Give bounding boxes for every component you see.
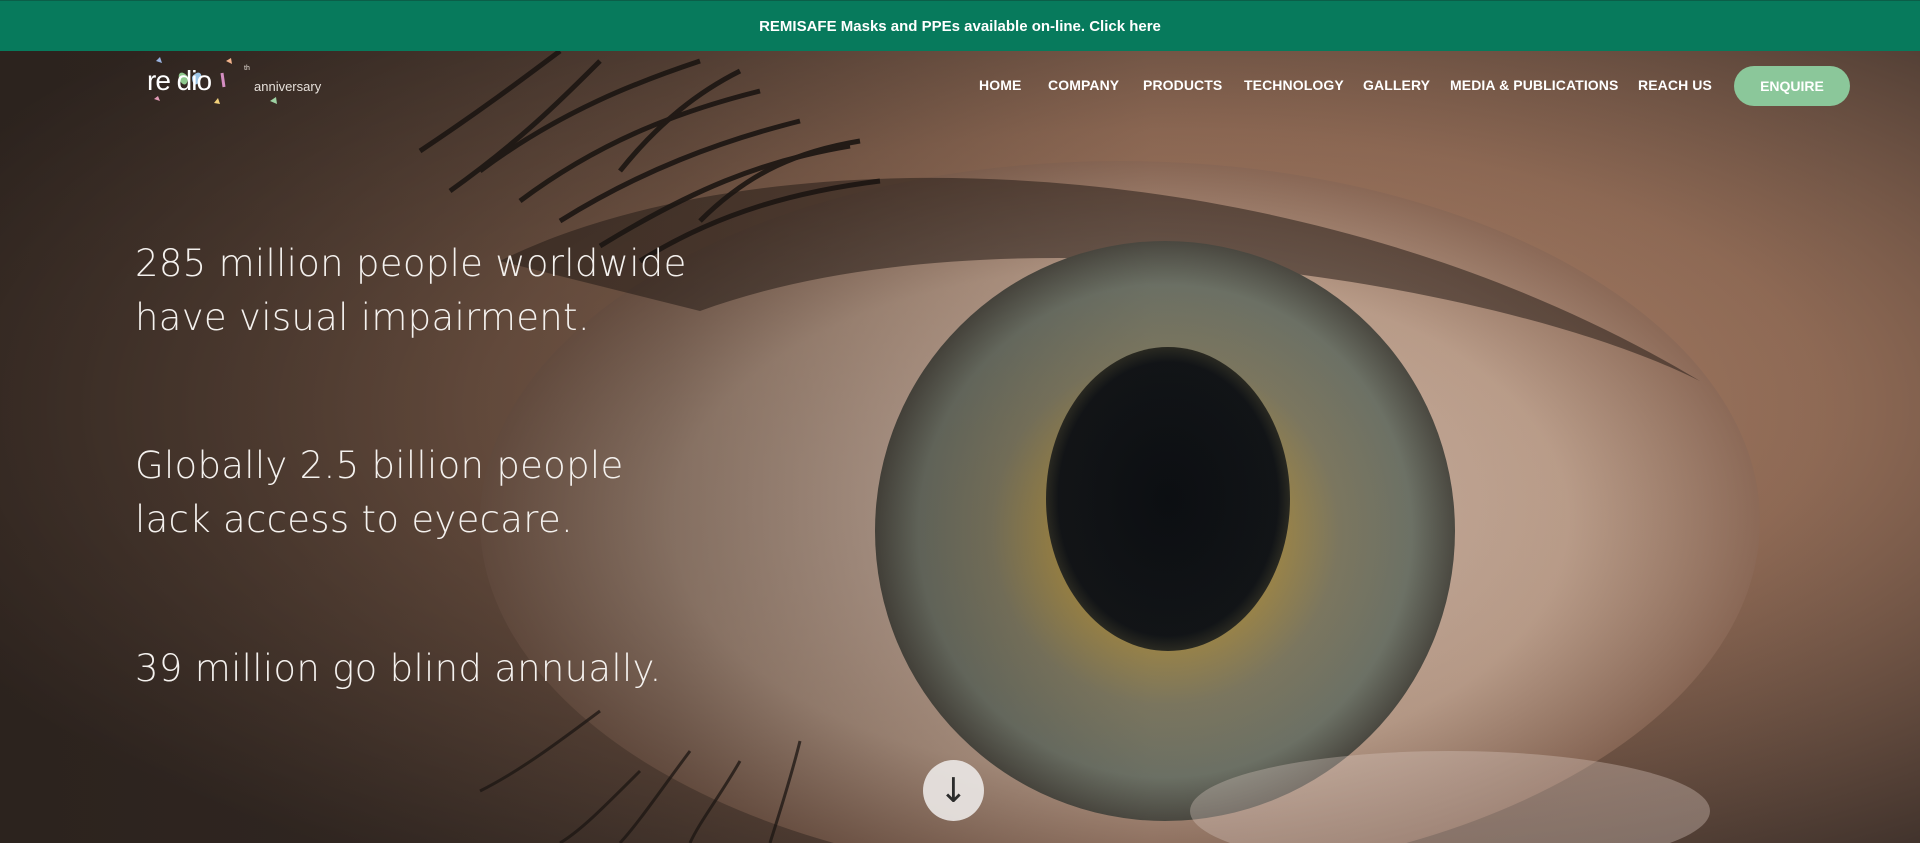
stat-line: Globally 2.5 billion people (135, 444, 624, 487)
nav-item-company[interactable]: COMPANY (1048, 77, 1119, 93)
nav-item-technology[interactable]: TECHNOLOGY (1244, 77, 1344, 93)
hero-section: re dio th anniversary HOME COMPANY PRODU… (0, 51, 1920, 843)
stat-line: 285 million people worldwide (135, 242, 687, 285)
logo-superscript: th (244, 65, 250, 72)
stat-blindness: 39 million go blind annually. (135, 642, 755, 696)
stat-visual-impairment: 285 million people worldwide have visual… (135, 237, 755, 345)
stat-line: 39 million go blind annually. (135, 647, 662, 690)
announcement-link[interactable]: REMISAFE Masks and PPEs available on-lin… (759, 18, 1161, 35)
nav-item-products[interactable]: PRODUCTS (1143, 77, 1222, 93)
announcement-bar[interactable]: REMISAFE Masks and PPEs available on-lin… (0, 0, 1920, 51)
nav-item-home[interactable]: HOME (979, 77, 1021, 93)
stat-line: have visual impairment. (135, 296, 590, 339)
nav-item-reach-us[interactable]: REACH US (1638, 77, 1712, 93)
enquire-button[interactable]: ENQUIRE (1734, 66, 1850, 106)
arrow-down-icon: ↓ (939, 770, 968, 811)
stat-eyecare-access: Globally 2.5 billion people lack access … (135, 439, 755, 547)
nav-item-media-publications[interactable]: MEDIA & PUBLICATIONS (1450, 77, 1618, 93)
logo[interactable]: re dio th anniversary (144, 55, 324, 111)
scroll-down-button[interactable]: ↓ (923, 760, 984, 821)
logo-wordmark: re dio (147, 65, 212, 96)
nav-item-gallery[interactable]: GALLERY (1363, 77, 1430, 93)
stat-line: lack access to eyecare. (135, 498, 574, 541)
logo-tagline: anniversary (254, 79, 322, 94)
